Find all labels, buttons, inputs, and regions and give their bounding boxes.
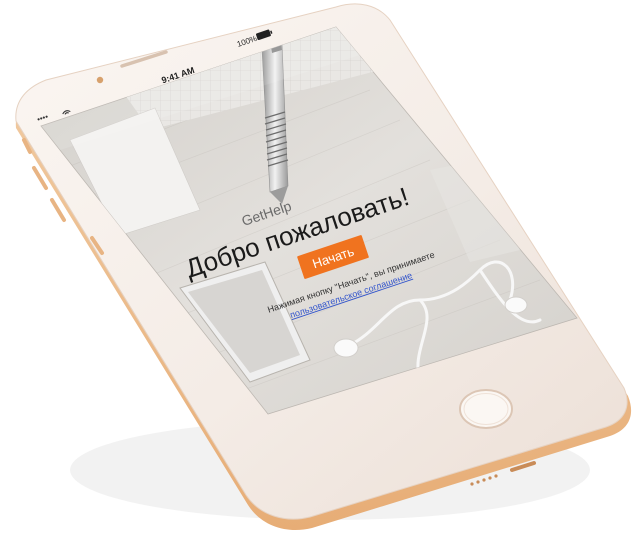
earbud-left — [333, 338, 359, 358]
device-mockup-stage: •••• 9:41 AM 100% GetHelp Добро пожалова… — [0, 0, 641, 548]
front-camera-icon — [96, 76, 104, 84]
home-button-icon[interactable] — [459, 389, 513, 429]
earbud-right — [504, 296, 528, 314]
phone-mockup: •••• 9:41 AM 100% GetHelp Добро пожалова… — [15, 3, 632, 531]
